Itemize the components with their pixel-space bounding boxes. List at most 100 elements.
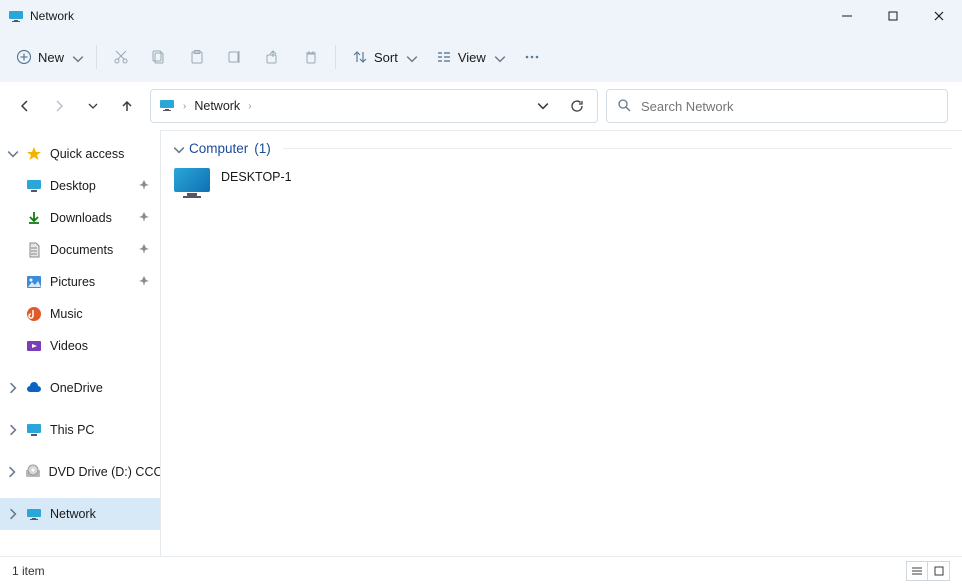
- sidebar-item-label: DVD Drive (D:) CCCO: [49, 465, 160, 479]
- clipboard-icon: [189, 49, 205, 65]
- title-bar: Network: [0, 0, 962, 32]
- more-button[interactable]: [514, 39, 550, 75]
- sidebar-item-this-pc[interactable]: This PC: [0, 414, 160, 446]
- chevron-right-icon: [6, 423, 20, 437]
- breadcrumb-separator-icon: ›: [181, 101, 188, 112]
- view-icon: [436, 49, 452, 65]
- toolbar-separator: [96, 45, 97, 69]
- thumbnails-view-button[interactable]: [928, 561, 950, 581]
- search-icon: [617, 98, 631, 115]
- network-location-icon: [159, 97, 175, 116]
- navigation-pane: Quick access Desktop Downloads Documents…: [0, 130, 160, 556]
- view-label: View: [458, 50, 486, 65]
- document-icon: [26, 242, 42, 258]
- maximize-button[interactable]: [870, 0, 916, 32]
- trash-icon: [303, 49, 319, 65]
- scissors-icon: [113, 49, 129, 65]
- sidebar-item-label: Videos: [50, 339, 88, 353]
- status-item-count: 1 item: [12, 564, 45, 578]
- sidebar-item-videos[interactable]: Videos: [0, 330, 160, 362]
- music-icon: [26, 306, 42, 322]
- network-icon: [26, 506, 42, 522]
- minimize-button[interactable]: [824, 0, 870, 32]
- view-button[interactable]: View: [426, 39, 512, 75]
- delete-button[interactable]: [293, 39, 329, 75]
- chevron-down-icon: [173, 144, 183, 154]
- pin-icon: [138, 179, 152, 193]
- copy-icon: [151, 49, 167, 65]
- paste-button[interactable]: [179, 39, 215, 75]
- chevron-down-icon: [494, 53, 502, 61]
- nav-row: › Network ›: [0, 82, 962, 130]
- sidebar-item-label: This PC: [50, 423, 94, 437]
- close-button[interactable]: [916, 0, 962, 32]
- group-count: (1): [254, 141, 271, 156]
- plus-circle-icon: [16, 49, 32, 65]
- disc-drive-icon: [25, 464, 41, 480]
- breadcrumb-separator-icon: ›: [246, 101, 253, 112]
- back-button[interactable]: [10, 91, 40, 121]
- sidebar-item-onedrive[interactable]: OneDrive: [0, 372, 160, 404]
- pc-icon: [26, 422, 42, 438]
- item-label: DESKTOP-1: [221, 168, 292, 184]
- search-box[interactable]: [606, 89, 948, 123]
- toolbar-separator: [335, 45, 336, 69]
- sidebar-item-network[interactable]: Network: [0, 498, 160, 530]
- chevron-right-icon: [6, 381, 20, 395]
- sidebar-item-label: Downloads: [50, 211, 112, 225]
- sort-label: Sort: [374, 50, 398, 65]
- breadcrumb[interactable]: Network: [194, 99, 240, 113]
- refresh-button[interactable]: [563, 92, 591, 120]
- download-icon: [26, 210, 42, 226]
- desktop-icon: [26, 178, 42, 194]
- sidebar-item-label: Documents: [50, 243, 113, 257]
- videos-icon: [26, 338, 42, 354]
- chevron-down-icon: [72, 53, 80, 61]
- cloud-icon: [26, 380, 42, 396]
- sort-button[interactable]: Sort: [342, 39, 424, 75]
- address-history-button[interactable]: [529, 92, 557, 120]
- pin-icon: [138, 275, 152, 289]
- network-app-icon: [8, 8, 24, 24]
- details-view-button[interactable]: [906, 561, 928, 581]
- cut-button[interactable]: [103, 39, 139, 75]
- rename-button[interactable]: [217, 39, 253, 75]
- computer-icon: [173, 168, 211, 202]
- group-label: Computer: [189, 141, 248, 156]
- content-pane: Computer (1) DESKTOP-1: [160, 130, 962, 556]
- sidebar-item-documents[interactable]: Documents: [0, 234, 160, 266]
- sidebar-item-label: Desktop: [50, 179, 96, 193]
- star-icon: [26, 146, 42, 162]
- address-bar[interactable]: › Network ›: [150, 89, 598, 123]
- network-computer-item[interactable]: DESKTOP-1: [171, 158, 952, 212]
- chevron-right-icon: [6, 465, 19, 479]
- window-title: Network: [30, 9, 74, 23]
- pictures-icon: [26, 274, 42, 290]
- new-button[interactable]: New: [6, 39, 90, 75]
- copy-button[interactable]: [141, 39, 177, 75]
- sidebar-item-quick-access[interactable]: Quick access: [0, 138, 160, 170]
- sidebar-item-music[interactable]: Music: [0, 298, 160, 330]
- status-bar: 1 item: [0, 556, 962, 584]
- chevron-down-icon: [406, 53, 414, 61]
- sidebar-item-pictures[interactable]: Pictures: [0, 266, 160, 298]
- group-header-computer[interactable]: Computer (1): [171, 141, 952, 158]
- sidebar-item-dvd-drive[interactable]: DVD Drive (D:) CCCO: [0, 456, 160, 488]
- pin-icon: [138, 243, 152, 257]
- share-icon: [265, 49, 281, 65]
- forward-button[interactable]: [44, 91, 74, 121]
- search-input[interactable]: [641, 99, 937, 114]
- recent-locations-button[interactable]: [78, 91, 108, 121]
- sort-icon: [352, 49, 368, 65]
- sidebar-item-label: Quick access: [50, 147, 124, 161]
- sidebar-item-label: Pictures: [50, 275, 95, 289]
- up-button[interactable]: [112, 91, 142, 121]
- group-rule: [283, 148, 952, 149]
- sidebar-item-downloads[interactable]: Downloads: [0, 202, 160, 234]
- sidebar-item-desktop[interactable]: Desktop: [0, 170, 160, 202]
- ellipsis-icon: [524, 49, 540, 65]
- rename-icon: [227, 49, 243, 65]
- share-button[interactable]: [255, 39, 291, 75]
- sidebar-item-label: Network: [50, 507, 96, 521]
- chevron-down-icon: [6, 147, 20, 161]
